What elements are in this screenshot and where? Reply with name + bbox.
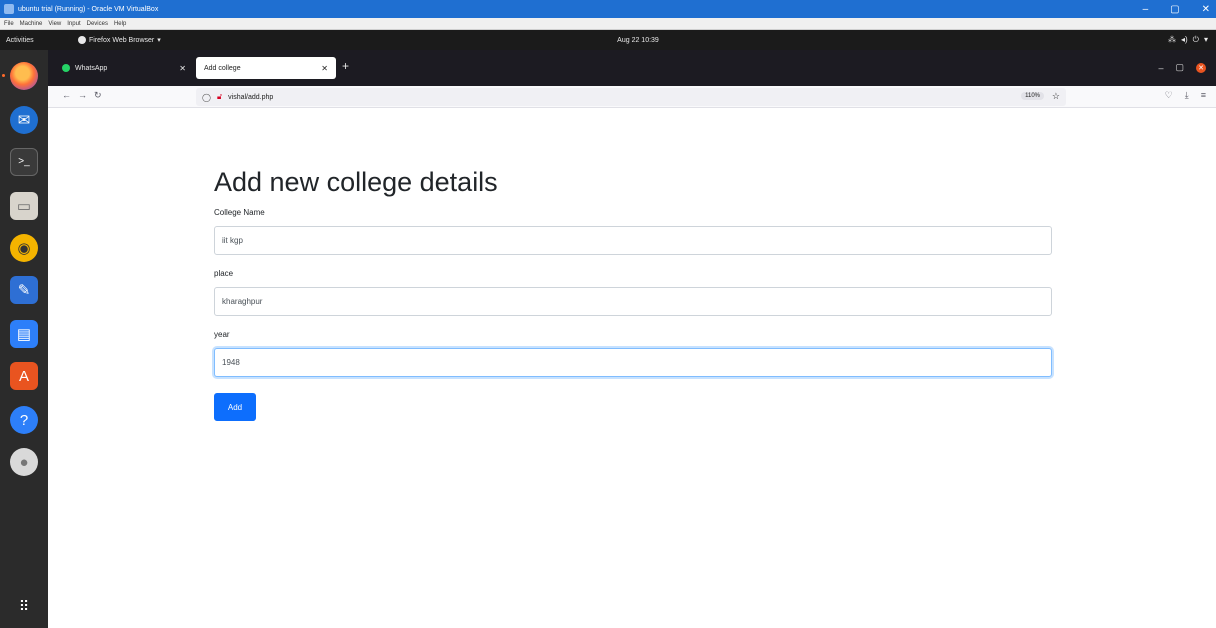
firefox-icon[interactable] <box>10 62 38 90</box>
chevron-down-icon: ▾ <box>1203 35 1208 44</box>
network-icon: ⁂ <box>1167 35 1176 44</box>
vbox-menubar: File Machine View Input Devices Help <box>0 18 1216 30</box>
clock[interactable]: Aug 22 10:39 <box>598 37 678 44</box>
close-tab-icon[interactable]: ✕ <box>179 64 186 73</box>
bookmark-star-icon[interactable]: ☆ <box>1052 91 1060 102</box>
add-button[interactable]: Add <box>214 393 256 422</box>
insecure-lock-icon[interactable]: 🔓︎ <box>217 92 222 102</box>
app-menu-label: Firefox Web Browser <box>89 36 155 44</box>
volume-icon: ◂) <box>1180 35 1188 44</box>
menu-view[interactable]: View <box>48 21 61 27</box>
new-tab-icon[interactable]: + <box>342 60 349 72</box>
back-icon[interactable]: ← <box>62 90 71 100</box>
menu-help[interactable]: Help <box>114 21 126 27</box>
app-menu[interactable]: Firefox Web Browser ▾ <box>78 36 161 44</box>
url-bar[interactable]: ◯ 🔓︎ vishal/add.php 110% ☆ <box>196 88 1066 106</box>
zoom-level[interactable]: 110% <box>1021 92 1044 100</box>
menu-file[interactable]: File <box>4 21 14 27</box>
running-indicator <box>2 74 5 77</box>
tab-label: Add college <box>204 64 241 72</box>
downloads-icon[interactable]: ⤓ <box>1185 90 1189 101</box>
menu-icon[interactable]: ≡ <box>1201 90 1206 101</box>
virtualbox-icon <box>4 4 14 14</box>
forward-icon[interactable]: → <box>78 90 87 100</box>
text-editor-icon[interactable]: ✎ <box>10 276 38 304</box>
chevron-down-icon: ▾ <box>157 37 161 44</box>
power-icon: ⏻ <box>1192 35 1199 44</box>
maximize-icon[interactable]: ▢ <box>1175 62 1184 73</box>
place-label: place <box>214 269 234 279</box>
add-college-form: Add new college details College Name pla… <box>214 166 1052 422</box>
help-icon[interactable]: ? <box>10 406 38 434</box>
gnome-topbar: Activities Firefox Web Browser ▾ Aug 22 … <box>0 30 1216 50</box>
tab-add-college[interactable]: Add college ✕ <box>196 57 336 79</box>
maximize-icon[interactable]: ▢ <box>1170 4 1179 15</box>
menu-machine[interactable]: Machine <box>20 21 43 27</box>
close-icon[interactable]: ✕ <box>1196 62 1206 73</box>
vbox-window-title: ubuntu trial (Running) - Oracle VM Virtu… <box>18 5 159 13</box>
tab-whatsapp[interactable]: WhatsApp ✕ <box>54 57 194 79</box>
activities-button[interactable]: Activities <box>6 37 54 44</box>
whatsapp-icon <box>62 64 70 72</box>
url-text[interactable]: vishal/add.php <box>228 94 273 101</box>
minimize-icon[interactable]: – <box>1143 4 1149 15</box>
tracking-protection-icon[interactable]: ◯ <box>202 93 211 102</box>
pocket-icon[interactable]: ♡ <box>1165 90 1173 101</box>
firefox-navbar: ← → ↻ ◯ 🔓︎ vishal/add.php 110% ☆ ♡ ⤓ ≡ <box>48 86 1216 108</box>
dock: ✉ >_ ▭ ◉ ✎ ▤ A ? ● ⠿ <box>0 50 48 628</box>
page-content: Add new college details College Name pla… <box>48 108 1216 628</box>
vbox-window-controls: – ▢ ✕ <box>1143 0 1210 18</box>
show-apps-icon[interactable]: ⠿ <box>10 592 38 620</box>
minimize-icon[interactable]: – <box>1158 63 1163 73</box>
software-center-icon[interactable]: A <box>10 362 38 390</box>
rhythmbox-icon[interactable]: ◉ <box>10 234 38 262</box>
menu-devices[interactable]: Devices <box>87 21 108 27</box>
toolbar-right: ♡ ⤓ ≡ <box>1165 90 1206 101</box>
reload-icon[interactable]: ↻ <box>94 90 102 101</box>
place-input[interactable] <box>214 287 1052 317</box>
page-title: Add new college details <box>214 167 498 197</box>
firefox-icon <box>78 36 86 44</box>
college-name-label: College Name <box>214 208 265 218</box>
tab-label: WhatsApp <box>75 64 108 72</box>
firefox-tab-strip: WhatsApp ✕ Add college ✕ + – ▢ ✕ <box>48 50 1216 86</box>
terminal-icon[interactable]: >_ <box>10 148 38 176</box>
close-tab-icon[interactable]: ✕ <box>321 64 328 73</box>
vbox-titlebar: ubuntu trial (Running) - Oracle VM Virtu… <box>0 0 1216 18</box>
libreoffice-writer-icon[interactable]: ▤ <box>10 320 38 348</box>
thunderbird-icon[interactable]: ✉ <box>10 106 38 134</box>
dvd-icon[interactable]: ● <box>10 448 38 476</box>
close-icon[interactable]: ✕ <box>1202 4 1210 15</box>
system-status-area[interactable]: ⁂ ◂) ⏻ ▾ <box>1168 35 1208 45</box>
year-input[interactable] <box>214 348 1052 378</box>
year-label: year <box>214 330 230 340</box>
menu-input[interactable]: Input <box>67 21 80 27</box>
firefox-window-controls: – ▢ ✕ <box>1158 62 1206 73</box>
college-name-input[interactable] <box>214 226 1052 256</box>
files-icon[interactable]: ▭ <box>10 192 38 220</box>
